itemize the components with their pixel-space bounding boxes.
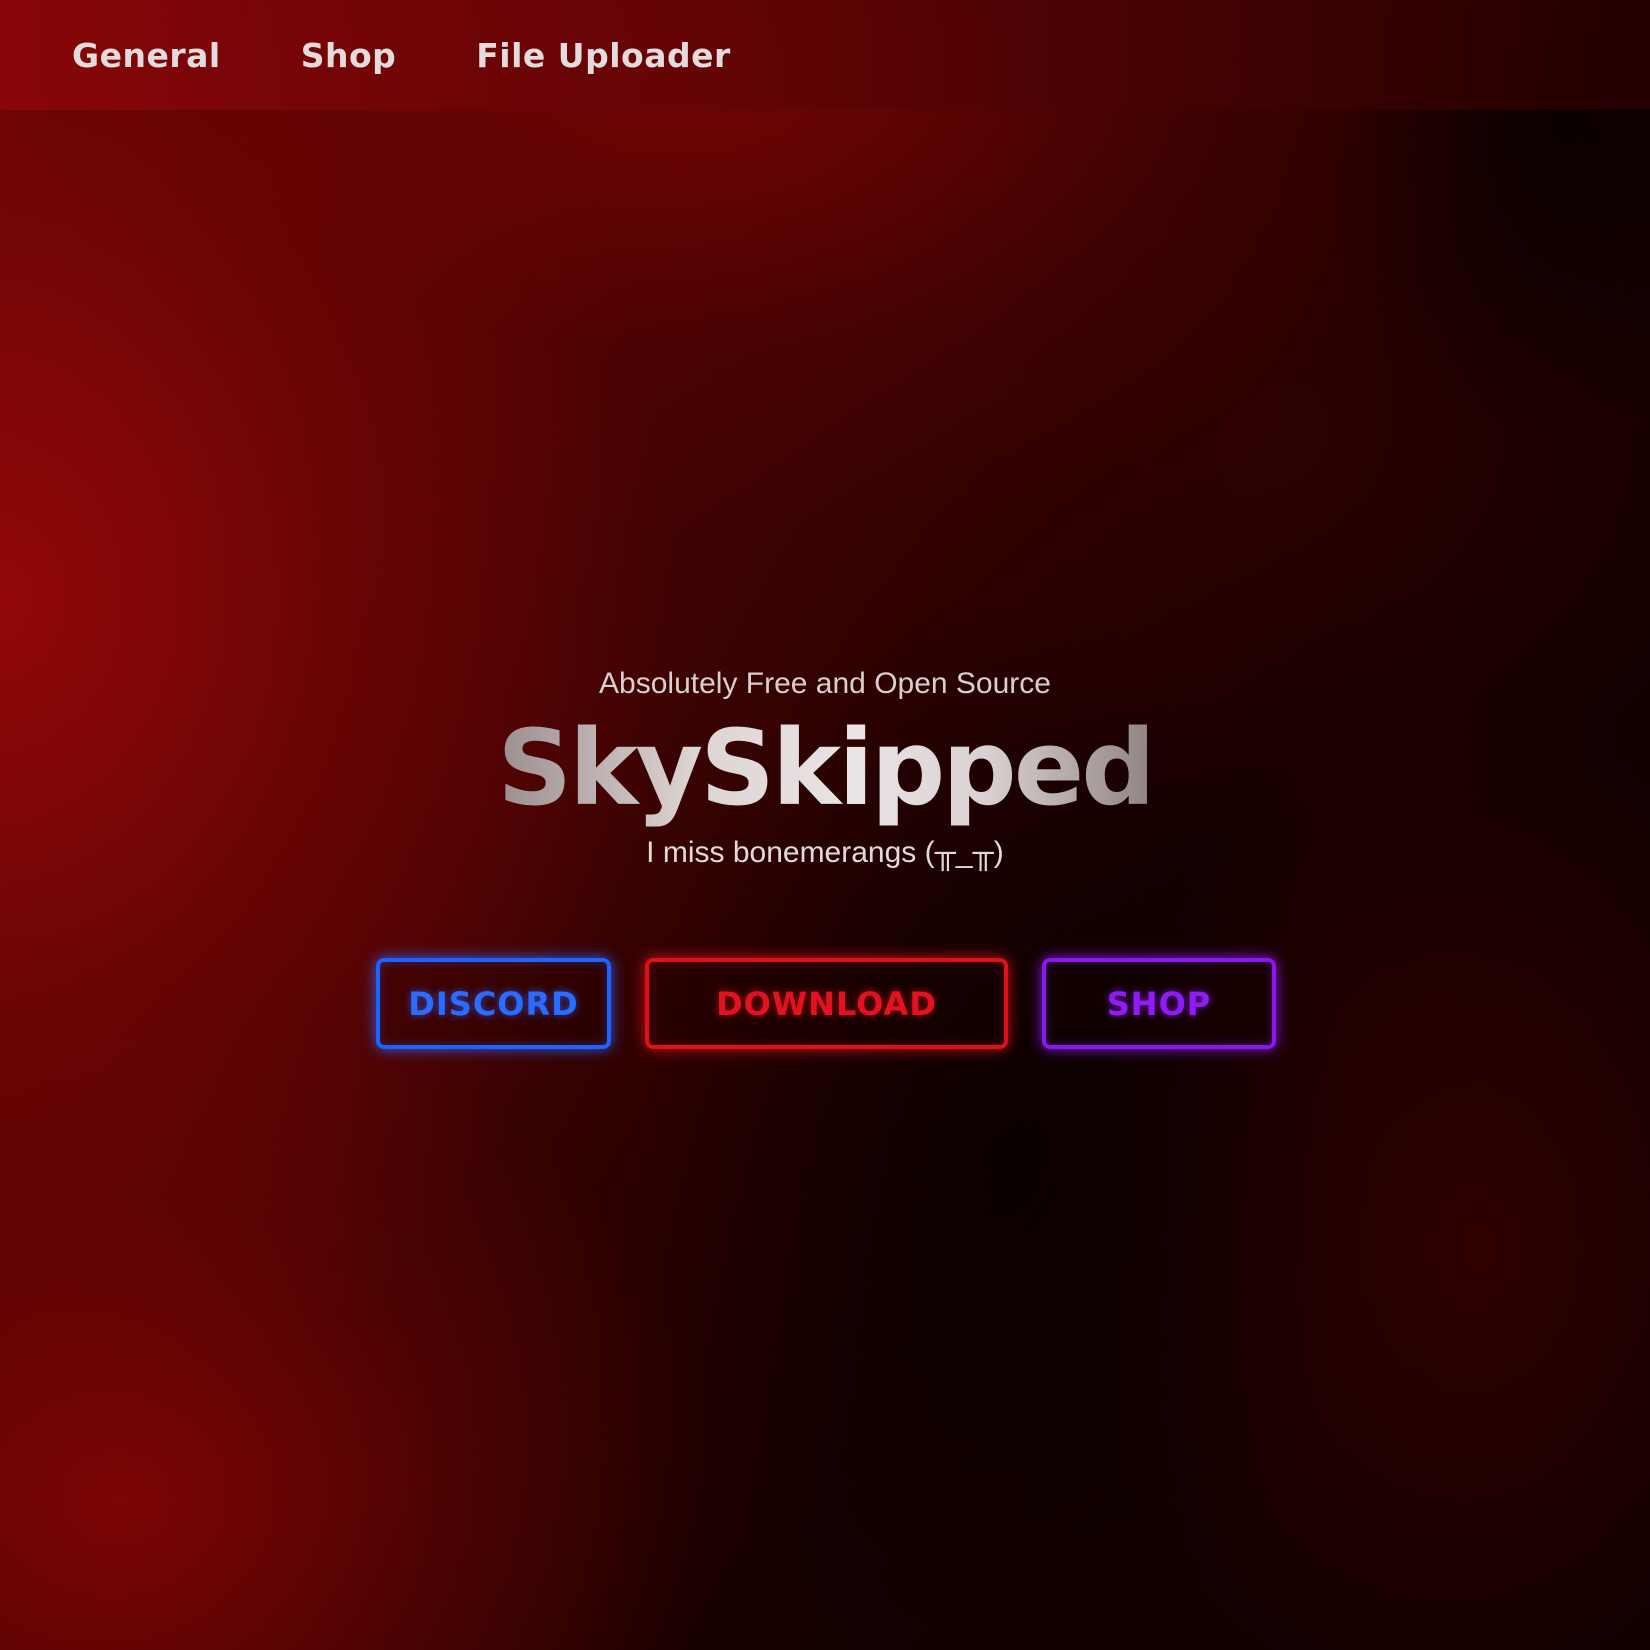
nav-link-shop[interactable]: Shop bbox=[301, 36, 397, 75]
top-navbar: General Shop File Uploader bbox=[0, 0, 1650, 110]
action-buttons: DISCORD DOWNLOAD SHOP bbox=[376, 958, 1276, 1049]
shop-button[interactable]: SHOP bbox=[1042, 958, 1276, 1049]
hero-title: SkySkipped bbox=[497, 707, 1155, 829]
nav-link-general[interactable]: General bbox=[72, 36, 221, 75]
nav-link-file-uploader[interactable]: File Uploader bbox=[476, 36, 730, 75]
download-button[interactable]: DOWNLOAD bbox=[645, 958, 1008, 1049]
hero-subtitle: I miss bonemerangs (╥_╥) bbox=[646, 836, 1004, 869]
discord-button[interactable]: DISCORD bbox=[376, 958, 611, 1049]
hero-tagline: Absolutely Free and Open Source bbox=[599, 667, 1051, 700]
hero-section: Absolutely Free and Open Source SkySkipp… bbox=[0, 660, 1650, 878]
